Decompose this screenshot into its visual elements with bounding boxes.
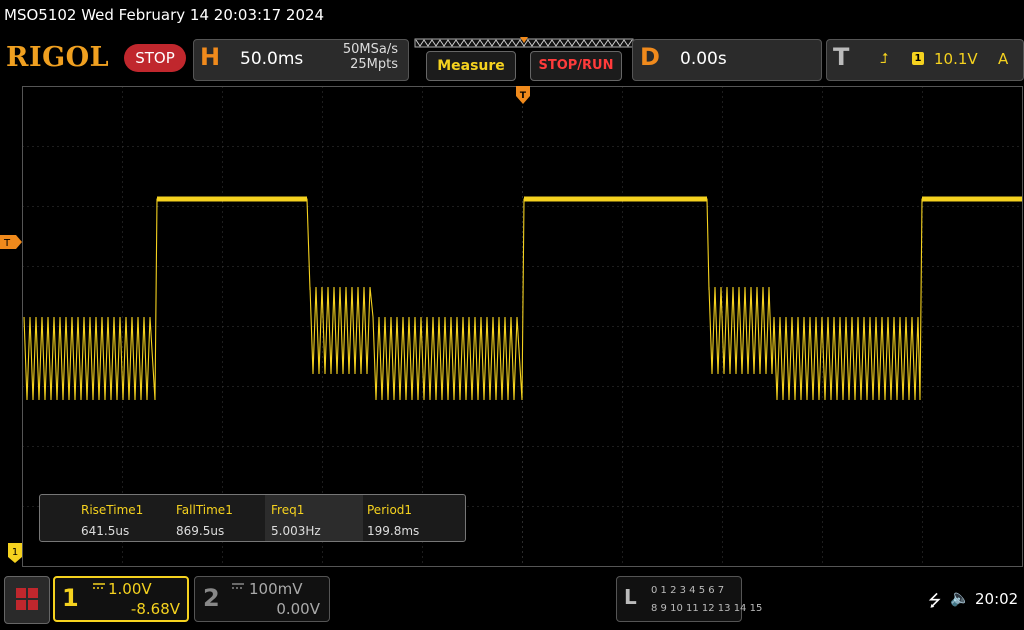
delay-value: 0.00s — [680, 49, 727, 69]
window-title: MSO5102 Wed February 14 20:03:17 2024 — [4, 6, 325, 24]
logic-analyzer-label: L — [624, 585, 637, 609]
horizontal-label: H — [200, 43, 221, 71]
trigger-panel[interactable] — [826, 39, 1024, 81]
memory-depth: 25Mpts — [350, 57, 398, 72]
measurement-freq[interactable]: Freq1 5.003Hz — [265, 495, 363, 541]
channel1-offset: -8.68V — [130, 600, 180, 618]
channel2-number: 2 — [203, 584, 220, 612]
main-menu-button[interactable] — [4, 576, 50, 624]
measurement-value: 199.8ms — [367, 524, 420, 538]
trigger-position-icon[interactable]: T — [516, 86, 530, 108]
channel1-scale: 1.00V — [108, 580, 152, 598]
usb-icon[interactable]: ⭍ — [928, 590, 941, 617]
menu-grid-icon — [16, 588, 38, 610]
delay-label: D — [640, 43, 660, 71]
logic-channels-row2: 8 9 10 11 12 13 14 15 — [651, 603, 763, 614]
svg-text:T: T — [520, 91, 527, 101]
trigger-source-channel: 1 — [912, 52, 924, 65]
measurement-value: 5.003Hz — [271, 524, 321, 538]
sound-icon[interactable]: 🔈 — [950, 588, 970, 607]
trigger-level-marker-label: T — [3, 238, 11, 249]
timebase-value: 50.0ms — [240, 49, 304, 69]
channel2-offset: 0.00V — [276, 600, 320, 618]
delay-panel[interactable] — [632, 39, 822, 81]
memory-timeline[interactable] — [414, 37, 634, 49]
logic-channels-row1: 0 1 2 3 4 5 6 7 — [651, 585, 725, 596]
channel1-trace — [23, 198, 1022, 401]
trigger-level-value: 10.1V — [934, 50, 978, 68]
run-state-badge[interactable]: STOP — [124, 44, 186, 72]
measurement-label: FallTime1 — [176, 503, 233, 517]
trigger-label: T — [833, 43, 850, 71]
rigol-logo: RIGOL — [6, 42, 110, 73]
channel1-offset-marker[interactable]: 1 — [8, 543, 22, 563]
channel1-number: 1 — [62, 584, 79, 612]
dc-coupling-icon — [232, 583, 244, 589]
measurement-panel[interactable]: RiseTime1 641.5us FallTime1 869.5us Freq… — [39, 494, 466, 542]
measurement-period[interactable]: Period1 199.8ms — [363, 495, 463, 541]
measurement-value: 641.5us — [81, 524, 130, 538]
measurement-label: Period1 — [367, 503, 413, 517]
measurement-value: 869.5us — [176, 524, 225, 538]
dc-coupling-icon — [93, 583, 105, 589]
measure-button[interactable]: Measure — [426, 51, 516, 81]
channel2-scale: 100mV — [249, 580, 303, 598]
trigger-level-marker[interactable]: T — [0, 235, 22, 249]
sample-rate: 50MSa/s — [342, 42, 398, 57]
measurement-label: Freq1 — [271, 503, 305, 517]
trigger-mode: A — [998, 50, 1009, 68]
system-clock: 20:02 — [975, 590, 1019, 608]
stop-run-button[interactable]: STOP/RUN — [530, 51, 622, 81]
channel1-marker-label: 1 — [12, 547, 18, 558]
measurement-label: RiseTime1 — [81, 503, 144, 517]
rising-edge-icon: ⮥ — [880, 51, 889, 67]
measurement-risetime[interactable]: RiseTime1 641.5us — [40, 495, 143, 541]
measurement-falltime[interactable]: FallTime1 869.5us — [168, 495, 266, 541]
